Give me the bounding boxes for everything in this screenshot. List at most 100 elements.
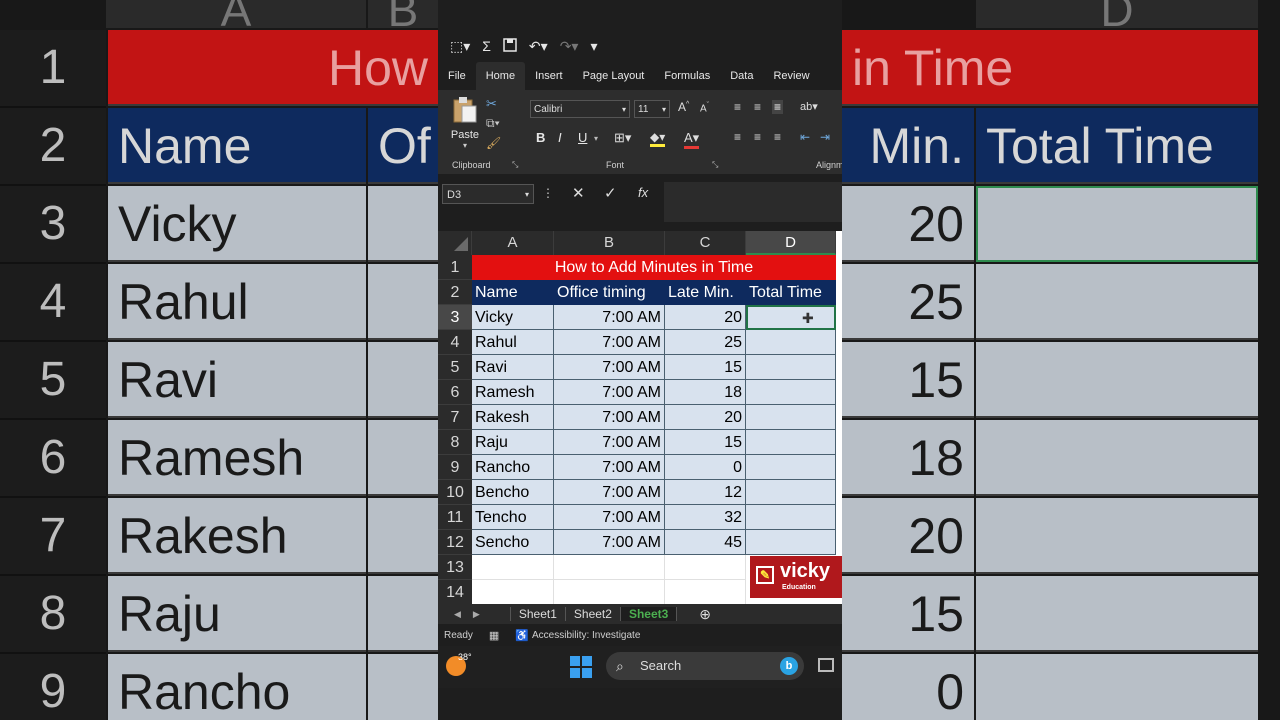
underline-button[interactable]: U [578,130,587,145]
font-launcher-icon[interactable]: ⤡ [712,160,718,170]
cell-office-timing[interactable]: 7:00 AM [554,330,665,355]
empty-cell[interactable] [472,555,554,580]
row-header[interactable]: 8 [438,430,472,455]
cell-name[interactable]: Vicky [472,305,554,330]
tab-review[interactable]: Review [763,62,819,90]
cell-name[interactable]: Ramesh [472,380,554,405]
undo-icon[interactable]: ↶▾ [529,38,548,55]
paste-dropdown-icon[interactable]: ▾ [450,141,480,150]
cell-name[interactable]: Rahul [472,330,554,355]
cell-office-timing[interactable]: 7:00 AM [554,405,665,430]
cell-office-timing[interactable]: 7:00 AM [554,305,665,330]
tab-home[interactable]: Home [475,62,526,90]
cell-late-min[interactable]: 45 [665,530,746,555]
cell-office-timing[interactable]: 7:00 AM [554,455,665,480]
cell-late-min[interactable]: 12 [665,480,746,505]
cell-late-min[interactable]: 20 [665,305,746,330]
cell-office-timing[interactable]: 7:00 AM [554,530,665,555]
empty-cell[interactable] [554,580,665,605]
cell-name[interactable]: Rancho [472,455,554,480]
row-header[interactable]: 2 [438,280,472,305]
cell-total-time[interactable] [746,480,836,505]
cancel-icon[interactable]: ✕ [572,184,585,202]
row-header[interactable]: 7 [438,405,472,430]
cell-late-min[interactable]: 15 [665,430,746,455]
decrease-indent-icon[interactable]: ⇤ [800,130,810,144]
header-office-timing[interactable]: Office timing [554,280,665,305]
taskbar-search[interactable]: ⌕ Search b [606,652,804,680]
cell-total-time[interactable] [746,530,836,555]
column-header-b[interactable]: B [554,231,665,255]
font-size-select[interactable]: 11 ▾ [634,100,670,118]
cell-late-min[interactable]: 0 [665,455,746,480]
italic-button[interactable]: I [558,130,562,145]
cell-late-min[interactable]: 32 [665,505,746,530]
tab-formulas[interactable]: Formulas [654,62,720,90]
cell-total-time[interactable] [746,430,836,455]
formula-input[interactable] [664,182,842,222]
column-header-d[interactable]: D [746,231,836,255]
paste-button[interactable]: Paste ▾ [450,96,480,150]
cell-late-min[interactable]: 25 [665,330,746,355]
cell-name[interactable]: Tencho [472,505,554,530]
format-painter-icon[interactable]: 🖌 [486,136,501,150]
cell-total-time[interactable] [746,380,836,405]
empty-cell[interactable] [665,555,746,580]
cell-name[interactable]: Sencho [472,530,554,555]
tab-insert[interactable]: Insert [525,62,573,90]
header-late-min[interactable]: Late Min. [665,280,746,305]
empty-cell[interactable] [665,580,746,605]
row-header[interactable]: 5 [438,355,472,380]
align-middle-icon[interactable]: ≡ [754,100,761,114]
customize-qat-icon[interactable]: ▾ [590,38,597,55]
row-header[interactable]: 4 [438,330,472,355]
windows-start-icon[interactable] [570,656,592,683]
header-total-time[interactable]: Total Time [746,280,836,305]
cell-name[interactable]: Ravi [472,355,554,380]
align-left-icon[interactable]: ≡ [734,130,741,144]
sheet-tab-1[interactable]: Sheet1 [509,607,566,621]
accessibility-status[interactable]: Accessibility: Investigate [532,630,640,641]
cell-office-timing[interactable]: 7:00 AM [554,380,665,405]
tab-data[interactable]: Data [720,62,763,90]
fill-color-icon[interactable]: ◆▾ [650,130,666,147]
row-header[interactable]: 12 [438,530,472,555]
empty-cell[interactable] [472,580,554,605]
sheet-tab-3[interactable]: Sheet3 [620,607,678,621]
touch-mode-icon[interactable]: ⬚▾ [450,38,470,55]
copy-icon[interactable]: ⧉▾ [486,116,500,131]
clipboard-launcher-icon[interactable]: ⤡ [512,160,518,170]
font-name-select[interactable]: Calibri ▾ [530,100,630,118]
row-header[interactable]: 6 [438,380,472,405]
sheet-tab-2[interactable]: Sheet2 [566,607,621,621]
more-icon[interactable]: ⋮ [542,186,554,200]
table-title[interactable]: How to Add Minutes in Time [472,255,836,280]
row-header[interactable]: 1 [438,255,472,280]
row-header[interactable]: 9 [438,455,472,480]
autosum-icon[interactable]: Σ [482,38,491,54]
tab-file[interactable]: File [438,62,476,90]
row-header[interactable]: 13 [438,555,472,580]
name-box[interactable]: D3 ▾ [442,184,534,204]
row-header[interactable]: 14 [438,580,472,605]
redo-icon[interactable]: ↷▾ [560,38,579,55]
bing-icon[interactable]: b [780,657,798,675]
align-right-icon[interactable]: ≡ [774,130,781,144]
accessibility-icon[interactable]: ♿ [515,629,529,642]
align-top-icon[interactable]: ≡ [734,100,741,114]
orientation-icon[interactable]: ab▾ [800,100,818,113]
column-header-c[interactable]: C [665,231,746,255]
increase-font-icon[interactable]: A^ [678,100,689,114]
cell-name[interactable]: Bencho [472,480,554,505]
empty-cell[interactable] [554,555,665,580]
select-all-corner[interactable] [438,231,472,255]
cut-icon[interactable]: ✂ [486,96,497,112]
cell-office-timing[interactable]: 7:00 AM [554,355,665,380]
task-view-icon[interactable] [818,658,834,672]
bold-button[interactable]: B [536,130,545,145]
active-cell-selection[interactable] [746,305,836,330]
cell-late-min[interactable]: 18 [665,380,746,405]
cell-office-timing[interactable]: 7:00 AM [554,480,665,505]
font-color-icon[interactable]: A▾ [684,130,700,149]
cell-name[interactable]: Raju [472,430,554,455]
